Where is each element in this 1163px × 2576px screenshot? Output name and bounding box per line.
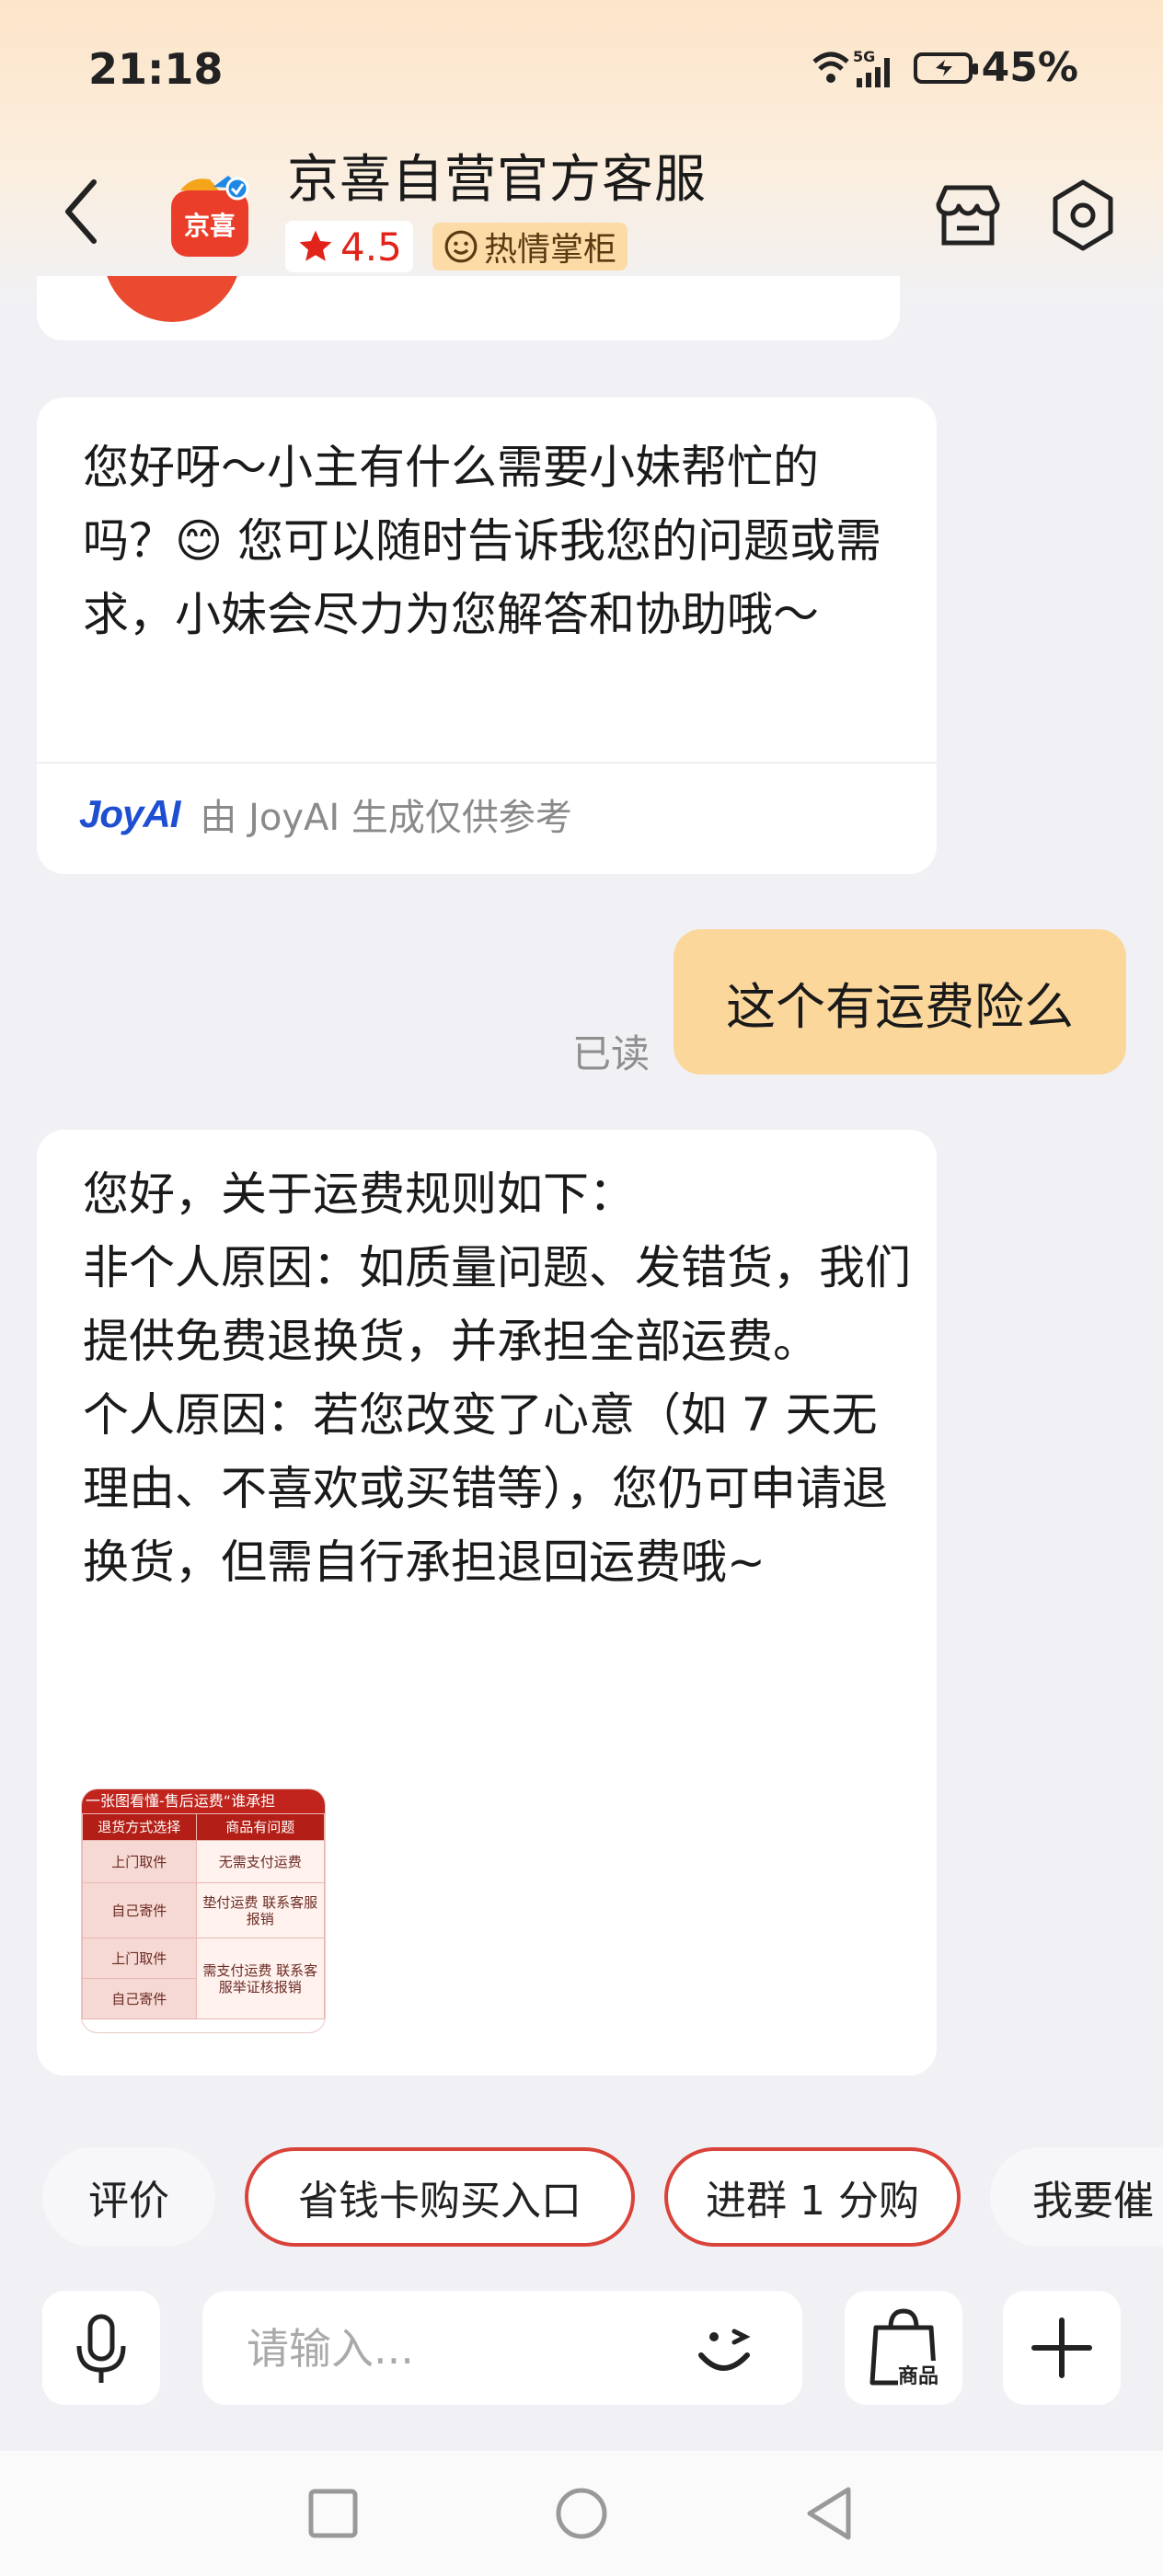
status-icons: 5G 45% <box>809 44 1078 91</box>
shipping-rules-image[interactable]: 一张图看懂-售后运费“谁承担 退货方式选择 商品有问题 上门取件 无需支付运费 … <box>81 1788 326 2033</box>
image-cell: 无需支付运费 <box>195 1840 325 1883</box>
recent-apps-icon[interactable] <box>304 2484 363 2543</box>
store-icon[interactable] <box>929 177 1007 254</box>
read-status: 已读 <box>572 1031 651 1076</box>
previous-card-image <box>103 276 241 322</box>
shopping-bag-icon: 商品 <box>869 2308 938 2388</box>
reply-line: 您好，关于运费规则如下： <box>83 1167 635 1221</box>
network-type-label: 5G <box>853 48 875 65</box>
chip-savings-card[interactable]: 省钱卡购买入口 <box>245 2147 635 2247</box>
image-header-right: 商品有问题 <box>195 1813 325 1841</box>
user-message[interactable]: 这个有运费险么 <box>674 929 1126 1075</box>
image-cell: 自己寄件 <box>82 1978 197 2019</box>
image-cell: 上门取件 <box>82 1938 197 1979</box>
more-button[interactable] <box>1003 2291 1121 2405</box>
settings-icon[interactable] <box>1044 177 1122 254</box>
ai-disclaimer: JoyAI 由 JoyAI 生成仅供参考 <box>79 788 572 841</box>
plus-icon <box>1031 2317 1092 2378</box>
shop-logo-text: 京喜 <box>184 211 236 241</box>
greeting-text: 您好呀～小主有什么需要小妹帮忙的吗？😊 您可以随时告诉我您的问题或需求，小妹会尽… <box>83 441 882 641</box>
image-cell: 上门取件 <box>82 1840 197 1883</box>
badge-label: 热情掌柜 <box>484 231 617 269</box>
image-title: 一张图看懂-售后运费“谁承担 <box>82 1789 325 1813</box>
battery-icon <box>913 52 978 84</box>
back-nav-icon[interactable] <box>800 2484 859 2543</box>
chip-review[interactable]: 评价 <box>42 2147 215 2247</box>
battery-indicator: 45% <box>913 44 1078 91</box>
image-cell: 垫付运费 联系客服报销 <box>195 1882 325 1938</box>
microphone-icon <box>76 2314 126 2383</box>
home-icon[interactable] <box>552 2484 611 2543</box>
shop-badge[interactable]: 热情掌柜 <box>432 223 628 270</box>
rating-value: 4.5 <box>340 224 402 270</box>
smile-face-icon <box>444 230 478 263</box>
shop-name[interactable]: 京喜自营官方客服 <box>287 138 707 213</box>
star-icon <box>299 230 332 261</box>
emoji-icon[interactable] <box>681 2307 773 2388</box>
message-input-box[interactable] <box>202 2291 802 2405</box>
battery-percent: 45% <box>981 44 1078 91</box>
reply-text: 您好，关于运费规则如下： 非个人原因：如质量问题、发错货，我们提供免费退换货，并… <box>83 1157 911 1599</box>
image-table: 退货方式选择 商品有问题 上门取件 无需支付运费 自己寄件 垫付运费 联系客服报… <box>82 1813 325 2019</box>
voice-button[interactable] <box>42 2291 160 2405</box>
wifi-signal-icon: 5G <box>812 48 890 87</box>
image-cell: 需支付运费 联系客服举证核报销 <box>195 1938 325 2019</box>
image-header-left: 退货方式选择 <box>82 1813 197 1841</box>
system-nav-bar <box>0 2451 1163 2576</box>
reply-line: 个人原因：若您改变了心意（如 7 天无理由、不喜欢或买错等），您仍可申请退换货，… <box>83 1388 888 1589</box>
image-cell: 自己寄件 <box>82 1882 197 1938</box>
message-input[interactable] <box>245 2315 672 2383</box>
shop-logo[interactable]: 京喜 <box>164 170 256 262</box>
agent-message-greeting[interactable]: 您好呀～小主有什么需要小妹帮忙的吗？😊 您可以随时告诉我您的问题或需求，小妹会尽… <box>37 397 937 874</box>
product-button[interactable]: 商品 <box>845 2291 962 2405</box>
back-icon[interactable] <box>55 175 110 248</box>
chip-urge[interactable]: 我要催 <box>990 2147 1163 2247</box>
shop-rating[interactable]: 4.5 <box>285 221 413 272</box>
status-time: 21:18 <box>88 44 224 94</box>
agent-message-shipping-rules[interactable]: 您好，关于运费规则如下： 非个人原因：如质量问题、发错货，我们提供免费退换货，并… <box>37 1130 937 2076</box>
reply-line: 非个人原因：如质量问题、发错货，我们提供免费退换货，并承担全部运费。 <box>83 1241 911 1368</box>
product-label: 商品 <box>898 2364 938 2388</box>
divider <box>37 762 937 764</box>
joyai-logo: JoyAI <box>79 792 180 835</box>
joyai-note: 由 JoyAI 生成仅供参考 <box>200 797 572 839</box>
chip-join-group[interactable]: 进群 1 分购 <box>664 2147 961 2247</box>
previous-message-card <box>37 276 900 340</box>
